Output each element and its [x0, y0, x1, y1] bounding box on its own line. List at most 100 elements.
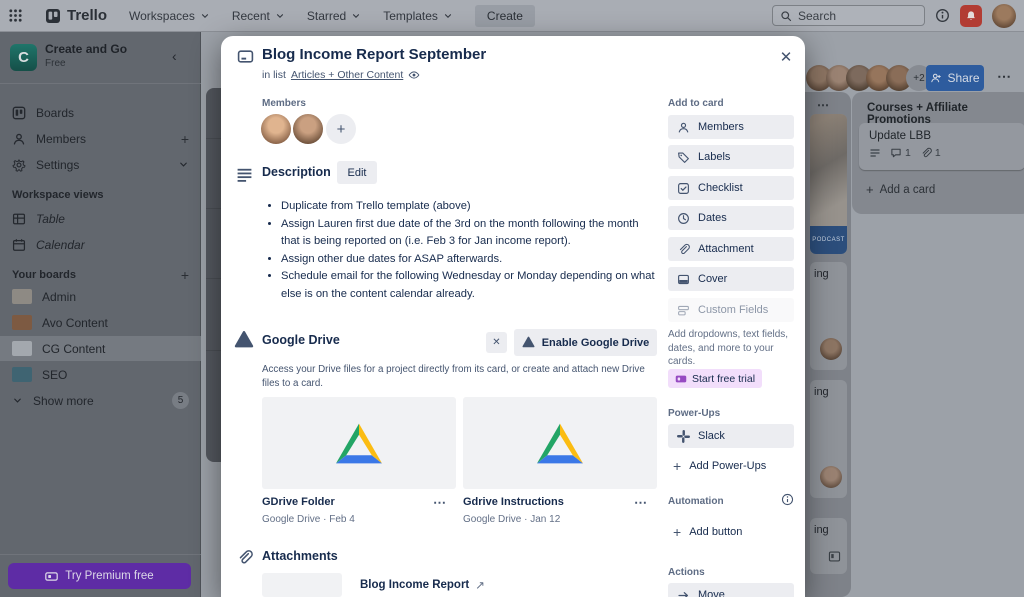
- custom-fields-note: Add dropdowns, text fields, dates, and m…: [668, 328, 796, 369]
- background-list-edge: [206, 88, 221, 462]
- sidebar-divider: [0, 554, 201, 555]
- trello-logo-icon: [45, 8, 61, 24]
- plus-icon: +: [866, 182, 874, 197]
- add-board-icon[interactable]: +: [181, 267, 189, 283]
- power-ups-label: Power-Ups: [668, 408, 720, 419]
- create-button[interactable]: Create: [475, 5, 535, 27]
- description-bullet: Schedule email for the following Wednesd…: [281, 268, 659, 303]
- gdrive-file-name[interactable]: GDrive Folder: [262, 496, 335, 508]
- premium-icon: [45, 570, 58, 583]
- cover-icon: [677, 273, 690, 286]
- app-window: Trello Workspaces Recent Starred Templat…: [0, 0, 1024, 597]
- app-switcher-icon[interactable]: [8, 8, 23, 23]
- chevron-down-icon: [200, 11, 210, 21]
- sidebar-board-cg-content[interactable]: CG Content: [0, 336, 201, 361]
- automation-add-button[interactable]: + Add button: [673, 524, 742, 540]
- search-box[interactable]: [772, 5, 925, 26]
- close-modal-icon[interactable]: ✕: [773, 44, 799, 70]
- add-power-ups-button[interactable]: + Add Power-Ups: [673, 458, 766, 474]
- top-nav: Trello Workspaces Recent Starred Templat…: [0, 0, 1024, 32]
- try-premium-button[interactable]: Try Premium free: [8, 563, 191, 589]
- workspace-header[interactable]: C Create and Go Free ‹: [0, 32, 201, 84]
- table-icon: [12, 212, 26, 226]
- add-card-button[interactable]: + Add a card: [866, 182, 935, 197]
- boards-icon: [12, 106, 26, 120]
- automation-info-icon[interactable]: [781, 493, 794, 506]
- custom-fields-icon: [677, 304, 690, 317]
- card-cover-image: [810, 114, 847, 226]
- add-dates-button[interactable]: Dates: [668, 206, 794, 230]
- google-drive-icon: [234, 330, 254, 350]
- share-button[interactable]: Share: [926, 65, 984, 91]
- collapse-sidebar-icon[interactable]: ‹: [172, 48, 177, 64]
- plus-icon: +: [673, 524, 681, 540]
- show-more-count-badge: 5: [172, 392, 189, 409]
- board-badge-icon: [828, 550, 841, 563]
- watching-eye-icon: [408, 69, 420, 81]
- card-update-lbb[interactable]: Update LBB 1 1: [859, 123, 1024, 170]
- card-member-avatar[interactable]: [261, 114, 291, 144]
- add-labels-button[interactable]: Labels: [668, 145, 794, 169]
- workspace-plan: Free: [45, 58, 66, 69]
- power-up-slack-button[interactable]: Slack: [668, 424, 794, 448]
- dismiss-google-drive-icon[interactable]: ✕: [486, 332, 507, 353]
- sidebar-view-calendar[interactable]: Calendar: [0, 232, 201, 257]
- sidebar-board-admin[interactable]: Admin: [0, 284, 201, 309]
- move-card-button[interactable]: Move: [668, 583, 794, 597]
- add-member-icon[interactable]: +: [181, 131, 189, 147]
- nav-workspaces[interactable]: Workspaces: [129, 9, 210, 23]
- background-card[interactable]: PODCAST: [810, 114, 847, 254]
- enable-google-drive-button[interactable]: Enable Google Drive: [514, 329, 657, 356]
- calendar-icon: [12, 238, 26, 252]
- add-members-button[interactable]: Members: [668, 115, 794, 139]
- nav-recent[interactable]: Recent: [232, 9, 285, 23]
- slack-icon: [677, 430, 690, 443]
- sidebar-board-seo[interactable]: SEO: [0, 362, 201, 387]
- gdrive-file-menu-icon[interactable]: ⋯: [433, 495, 447, 511]
- trello-logo[interactable]: Trello: [45, 7, 107, 24]
- gdrive-file-name[interactable]: Gdrive Instructions: [463, 496, 564, 508]
- description-heading: Description: [262, 165, 331, 179]
- edit-description-button[interactable]: Edit: [337, 161, 377, 184]
- sidebar-item-boards[interactable]: Boards: [0, 100, 201, 125]
- info-icon[interactable]: [935, 8, 950, 23]
- sidebar-item-settings[interactable]: Settings: [0, 152, 201, 177]
- sidebar-board-avo-content[interactable]: Avo Content: [0, 310, 201, 335]
- card-member-avatar[interactable]: [293, 114, 323, 144]
- list-link[interactable]: Articles + Other Content: [291, 69, 403, 81]
- nav-templates[interactable]: Templates: [383, 9, 453, 23]
- show-more-button[interactable]: Show more 5: [0, 388, 201, 413]
- attachment-thumbnail[interactable]: [262, 573, 342, 597]
- background-card[interactable]: ing: [810, 518, 847, 574]
- gdrive-file-menu-icon[interactable]: ⋯: [634, 495, 648, 511]
- workspace-views-label: Workspace views: [0, 182, 201, 207]
- sidebar-view-table[interactable]: Table: [0, 206, 201, 231]
- bell-icon: [965, 10, 977, 22]
- search-icon: [780, 10, 792, 22]
- background-card[interactable]: ing: [810, 262, 847, 370]
- card-title[interactable]: Blog Income Report September: [262, 46, 486, 63]
- start-free-trial-button[interactable]: Start free trial: [668, 369, 762, 388]
- background-card[interactable]: ing: [810, 380, 847, 498]
- add-cover-button[interactable]: Cover: [668, 267, 794, 291]
- search-input[interactable]: [798, 9, 908, 23]
- nav-starred[interactable]: Starred: [307, 9, 361, 23]
- user-avatar[interactable]: [992, 4, 1016, 28]
- member-icon: [12, 132, 26, 146]
- board-menu-icon[interactable]: ⋯: [997, 68, 1012, 85]
- plus-icon: +: [673, 458, 681, 474]
- notifications-button[interactable]: [960, 5, 982, 27]
- gdrive-file-preview[interactable]: [463, 397, 657, 489]
- google-drive-description: Access your Drive files for a project di…: [262, 363, 656, 391]
- gdrive-file-preview[interactable]: [262, 397, 456, 489]
- attachment-link[interactable]: Blog Income Report ↗: [360, 578, 485, 592]
- attachments-icon: [236, 549, 253, 566]
- add-card-member-button[interactable]: +: [326, 114, 356, 144]
- brand-name: Trello: [67, 7, 107, 24]
- google-drive-heading: Google Drive: [262, 333, 340, 347]
- add-attachment-button[interactable]: Attachment: [668, 237, 794, 261]
- add-checklist-button[interactable]: Checklist: [668, 176, 794, 200]
- list-menu-icon[interactable]: ⋯: [817, 98, 830, 112]
- custom-fields-button[interactable]: Custom Fields: [668, 298, 794, 322]
- sidebar-item-members[interactable]: Members +: [0, 126, 201, 151]
